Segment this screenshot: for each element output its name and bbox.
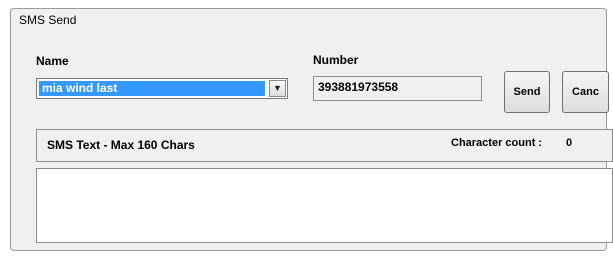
sms-info-panel: SMS Text - Max 160 Chars Character count…	[36, 129, 613, 162]
sms-text-input[interactable]	[36, 168, 613, 243]
name-label: Name	[36, 54, 69, 68]
send-button[interactable]: Send	[504, 71, 550, 113]
chevron-down-icon[interactable]: ▼	[269, 80, 286, 97]
character-count-value: 0	[566, 137, 573, 149]
sms-text-label: SMS Text - Max 160 Chars	[47, 138, 195, 152]
sms-send-window: SMS Send Name Number mia wind last ▼ 393…	[10, 8, 613, 251]
name-combobox[interactable]: mia wind last ▼	[36, 78, 288, 99]
number-field[interactable]: 393881973558	[313, 76, 482, 101]
name-selected-value: mia wind last	[39, 81, 265, 96]
character-count-label: Character count :	[451, 137, 543, 149]
number-label: Number	[313, 53, 359, 67]
cancel-button[interactable]: Canc	[562, 71, 609, 113]
window-title: SMS Send	[19, 13, 77, 27]
